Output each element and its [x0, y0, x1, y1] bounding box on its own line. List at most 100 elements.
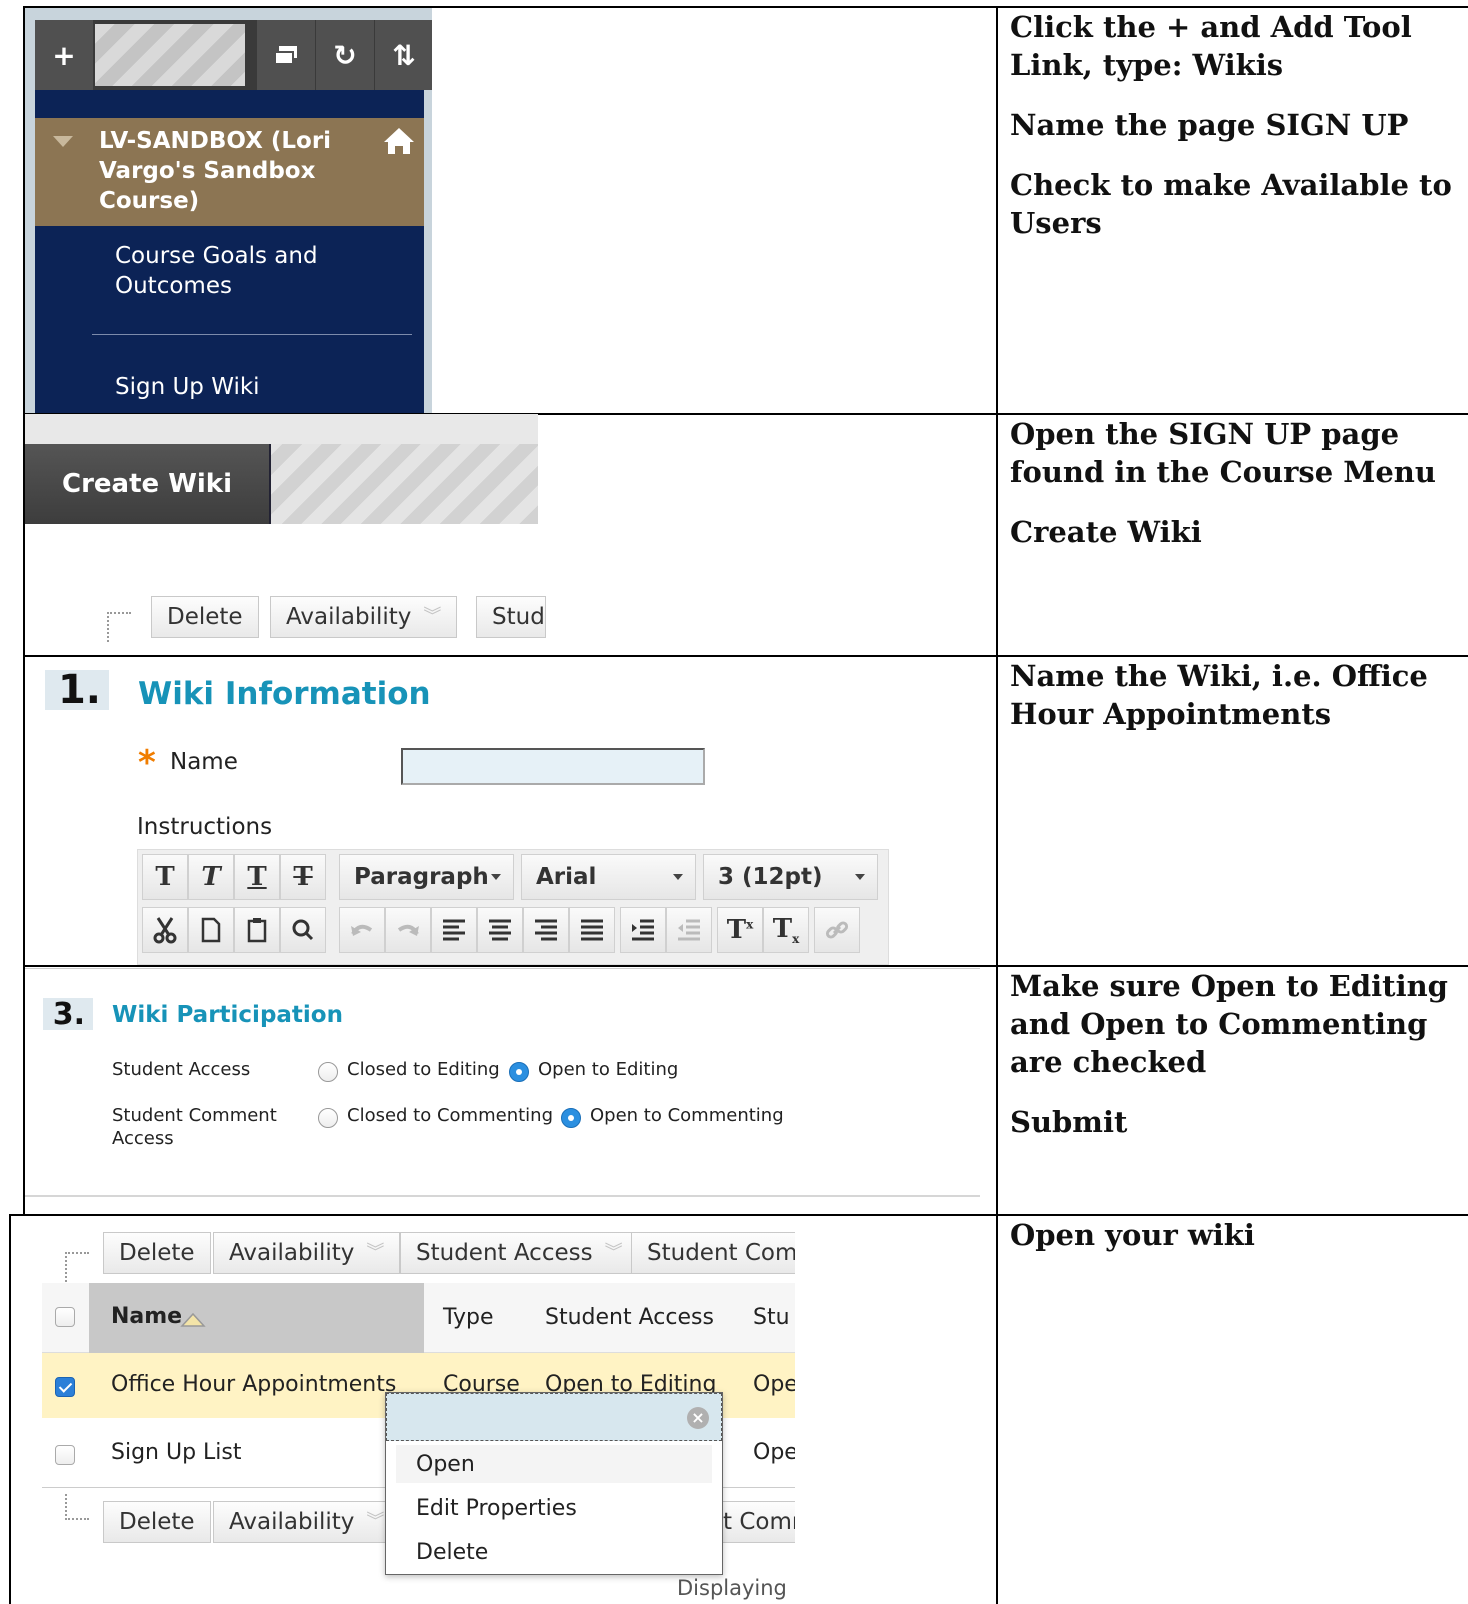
home-icon[interactable] — [382, 126, 416, 156]
chevron-down-icon: ︾ — [366, 1242, 385, 1263]
step-number: 1. — [45, 667, 109, 713]
instruction-text: Name the Wiki, i.e. Office Hour Appointm… — [1010, 659, 1428, 731]
open-to-commenting-label[interactable]: Open to Commenting — [590, 1104, 784, 1127]
availability-label: Availability — [229, 1509, 355, 1535]
course-title-bar[interactable]: LV-SANDBOX (Lori Vargo's Sandbox Course) — [35, 118, 424, 226]
student-access-button[interactable]: Student Access ︾ — [400, 1232, 639, 1274]
collapse-triangle-icon[interactable] — [53, 136, 73, 147]
delete-button[interactable]: Delete — [103, 1232, 211, 1274]
type-column-header[interactable]: Type — [443, 1305, 494, 1330]
window-icon — [274, 46, 297, 65]
closed-to-editing-label[interactable]: Closed to Editing — [347, 1058, 500, 1081]
context-menu-delete[interactable]: Delete — [396, 1533, 712, 1571]
delete-button[interactable]: Delete — [103, 1501, 211, 1543]
plus-icon: + — [52, 38, 76, 72]
font-size-value: 3 (12pt) — [718, 864, 823, 890]
undo-button[interactable] — [339, 907, 385, 953]
outdent-button[interactable] — [666, 907, 712, 953]
row-checkbox[interactable] — [55, 1377, 75, 1397]
select-all-checkbox[interactable] — [55, 1307, 75, 1327]
context-menu-header: × — [386, 1393, 722, 1441]
section-title: Wiki Information — [138, 676, 431, 712]
select-arrow-icon — [65, 1494, 89, 1520]
student-access-column-header[interactable]: Student Access — [545, 1305, 714, 1330]
align-center-button[interactable] — [477, 907, 523, 953]
strikethrough-button[interactable]: T — [280, 854, 326, 900]
student-access-label: Student Access — [112, 1059, 251, 1080]
align-right-icon — [535, 919, 557, 941]
wiki-comment-cell: Ope — [753, 1440, 795, 1465]
instruction-text: Name the page SIGN UP — [1010, 108, 1409, 142]
font-select[interactable]: Arial — [521, 854, 696, 900]
closed-to-commenting-radio[interactable] — [318, 1108, 338, 1128]
availability-button[interactable]: Availability ︾ — [270, 596, 458, 638]
reorder-button[interactable]: ⇅ — [375, 20, 432, 90]
toolbar-spacer — [95, 24, 245, 86]
menu-item-sign-up-wiki[interactable]: Sign Up Wiki — [115, 372, 260, 402]
closed-to-editing-radio[interactable] — [318, 1062, 338, 1082]
row-checkbox[interactable] — [55, 1445, 75, 1465]
student-comment-button[interactable]: Student Comm — [631, 1232, 795, 1274]
display-in-window-button[interactable] — [257, 20, 315, 90]
closed-to-commenting-label[interactable]: Closed to Commenting — [347, 1104, 553, 1127]
redo-button[interactable] — [385, 907, 431, 953]
align-left-icon — [443, 919, 465, 941]
course-menu-panel: + ↻ ⇅ LV-SANDBOX (Lori Vargo's Sandbox C… — [25, 8, 432, 413]
bold-button[interactable]: T — [142, 854, 188, 900]
wiki-name-cell[interactable]: Office Hour Appointments — [111, 1372, 396, 1397]
subscript-icon: Tx — [772, 913, 800, 947]
name-input[interactable] — [401, 748, 705, 785]
context-menu-edit-properties[interactable]: Edit Properties — [396, 1489, 712, 1527]
text-editor-toolbar: T T T T Paragraph Arial 3 (12pt) Tx Tx — [137, 849, 889, 965]
align-right-button[interactable] — [523, 907, 569, 953]
instructions-row-5: Open your wiki — [1010, 1216, 1462, 1254]
refresh-button[interactable]: ↻ — [316, 20, 374, 90]
justify-button[interactable] — [569, 907, 615, 953]
table-column-divider — [996, 6, 998, 1604]
select-arrow-icon — [107, 612, 131, 642]
instruction-text: Make sure Open to Editing and Open to Co… — [1010, 969, 1448, 1079]
superscript-button[interactable]: Tx — [717, 907, 763, 953]
indent-button[interactable] — [620, 907, 666, 953]
name-header-label[interactable]: Name — [111, 1304, 182, 1329]
align-left-button[interactable] — [431, 907, 477, 953]
select-arrow-icon — [65, 1252, 89, 1282]
cut-button[interactable] — [142, 907, 188, 953]
copy-button[interactable] — [188, 907, 234, 953]
student-access-button[interactable]: Stud — [476, 596, 546, 638]
link-icon — [825, 921, 849, 939]
sort-ascending-icon[interactable] — [180, 1312, 206, 1328]
instruction-text: Open the SIGN UP page found in the Cours… — [1010, 417, 1436, 489]
open-to-commenting-radio[interactable] — [561, 1108, 581, 1128]
redo-icon — [397, 924, 419, 936]
open-to-editing-label[interactable]: Open to Editing — [538, 1058, 678, 1081]
create-wiki-button[interactable]: Create Wiki — [25, 444, 271, 524]
superscript-icon: Tx — [726, 915, 754, 945]
student-comment-column-header[interactable]: Stu — [753, 1305, 790, 1330]
subscript-button[interactable]: Tx — [763, 907, 809, 953]
open-to-editing-radio[interactable] — [509, 1062, 529, 1082]
chevron-down-icon: ︾ — [366, 1511, 385, 1532]
student-access-label: Student Access — [416, 1240, 593, 1266]
context-menu-open[interactable]: Open — [396, 1445, 712, 1483]
chevron-down-icon: ︾ — [604, 1242, 623, 1263]
dropdown-arrow-icon — [491, 874, 501, 880]
course-title[interactable]: LV-SANDBOX (Lori Vargo's Sandbox Course) — [99, 126, 379, 216]
paste-button[interactable] — [234, 907, 280, 953]
delete-button[interactable]: Delete — [151, 596, 259, 638]
wiki-name-cell[interactable]: Sign Up List — [111, 1440, 242, 1465]
find-button[interactable] — [280, 907, 326, 953]
font-size-select[interactable]: 3 (12pt) — [703, 854, 878, 900]
chevron-down-icon: ︾ — [423, 606, 442, 627]
font-value: Arial — [536, 864, 597, 890]
close-icon[interactable]: × — [687, 1407, 709, 1429]
availability-button[interactable]: Availability ︾ — [213, 1501, 401, 1543]
availability-button[interactable]: Availability ︾ — [213, 1232, 401, 1274]
clipboard-icon — [247, 918, 267, 943]
underline-button[interactable]: T — [234, 854, 280, 900]
italic-button[interactable]: T — [188, 854, 234, 900]
add-menu-item-button[interactable]: + — [35, 20, 93, 90]
paragraph-select[interactable]: Paragraph — [339, 854, 514, 900]
menu-item-course-goals[interactable]: Course Goals and Outcomes — [115, 241, 365, 301]
link-button[interactable] — [814, 907, 860, 953]
